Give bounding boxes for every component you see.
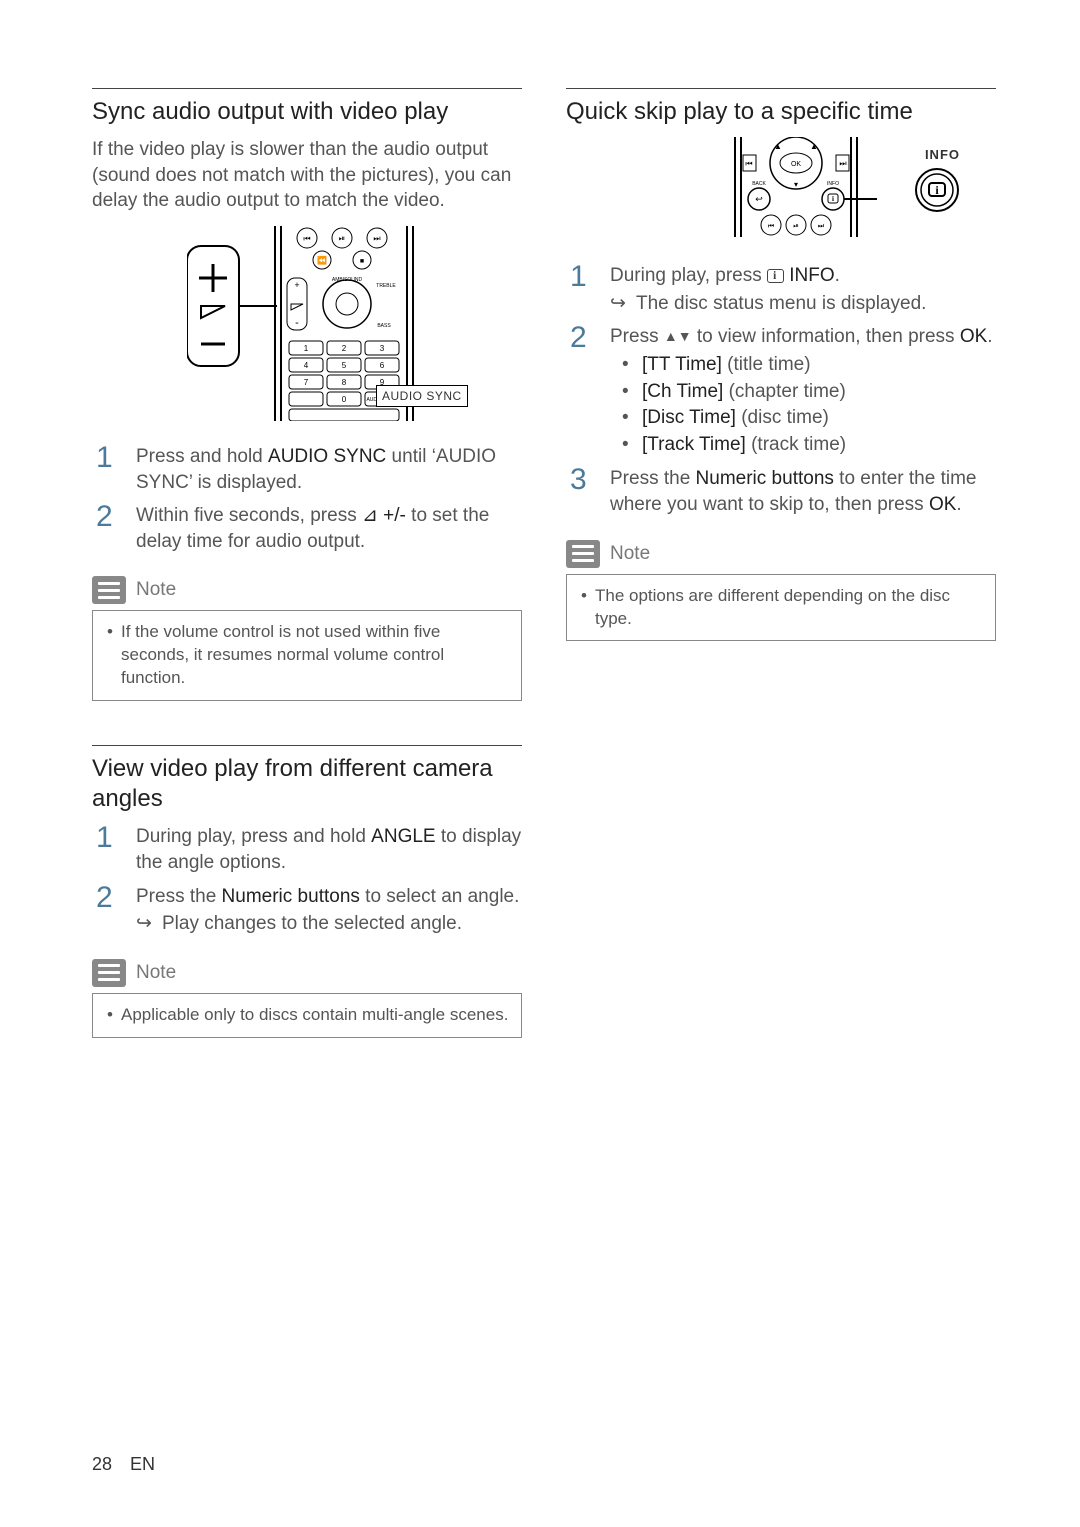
svg-text:1: 1	[304, 344, 309, 353]
svg-text:3: 3	[380, 344, 385, 353]
sync-step-1: Press and hold AUDIO SYNC until ‘AUDIO S…	[92, 444, 522, 495]
svg-text:⏯: ⏯	[793, 223, 799, 230]
svg-text:■: ■	[360, 258, 364, 265]
skip-step-3: Press the Numeric buttons to enter the t…	[566, 466, 996, 517]
note-box: The options are different depending on t…	[566, 574, 996, 642]
svg-text:↩: ↩	[755, 194, 763, 204]
remote-nav-illustration: OK ⏮ ⏭ ▲ ▲ ▾ ↩ BACK i INFO ⏮ ⏯ ⏭	[681, 137, 881, 237]
opt-ch: [Ch Time] (chapter time)	[610, 379, 996, 406]
info-button-icon: i	[914, 167, 960, 213]
svg-text:⏭: ⏭	[818, 223, 825, 230]
skip-result-1: The disc status menu is displayed.	[610, 291, 996, 317]
svg-text:⏪: ⏪	[317, 255, 327, 265]
svg-text:4: 4	[304, 361, 309, 370]
svg-text:BASS: BASS	[377, 323, 391, 329]
callout-label-info: INFO	[925, 147, 960, 162]
svg-text:8: 8	[342, 378, 347, 387]
page-footer: 28EN	[92, 1454, 155, 1475]
angle-step-1: During play, press and hold ANGLE to dis…	[92, 824, 522, 875]
opt-tt: [TT Time] (title time)	[610, 352, 996, 379]
svg-text:▲: ▲	[810, 142, 818, 151]
note-label: Note	[610, 543, 650, 565]
svg-text:5: 5	[342, 361, 347, 370]
note-label: Note	[136, 579, 176, 601]
note-icon	[92, 959, 126, 987]
svg-text:⏮: ⏮	[745, 159, 752, 168]
note-box: Applicable only to discs contain multi-a…	[92, 993, 522, 1038]
note-icon	[566, 540, 600, 568]
svg-text:OK: OK	[791, 161, 801, 168]
svg-text:⏯: ⏯	[339, 234, 345, 243]
note-label: Note	[136, 962, 176, 984]
callout-audiosync: AUDIO SYNC	[376, 385, 468, 407]
intro-text: If the video play is slower than the aud…	[92, 137, 522, 214]
heading-quickskip: Quick skip play to a specific time	[566, 97, 996, 127]
opt-track: [Track Time] (track time)	[610, 432, 996, 459]
svg-text:i: i	[832, 195, 834, 203]
svg-text:⏭: ⏭	[839, 159, 846, 168]
heading-angles: View video play from different camera an…	[92, 754, 522, 814]
svg-text:AMBISOUND: AMBISOUND	[332, 277, 363, 283]
heading-sync: Sync audio output with video play	[92, 97, 522, 127]
svg-text:⏮: ⏮	[768, 223, 774, 230]
svg-text:0: 0	[342, 395, 347, 404]
skip-step-2: Press to view information, then press OK…	[566, 324, 996, 458]
svg-text:7: 7	[304, 378, 309, 387]
svg-text:+: +	[294, 280, 299, 290]
angle-step-2: Press the Numeric buttons to select an a…	[92, 884, 522, 937]
svg-text:▾: ▾	[794, 180, 798, 189]
skip-step-1: During play, press INFO. The disc status…	[566, 263, 996, 316]
svg-text:INFO: INFO	[827, 181, 839, 187]
angle-result: Play changes to the selected angle.	[136, 911, 522, 937]
sync-step-2: Within five seconds, press ⊿ +/- to set …	[92, 503, 522, 554]
svg-text:TREBLE: TREBLE	[376, 283, 396, 289]
svg-text:6: 6	[380, 361, 385, 370]
note-icon	[92, 576, 126, 604]
svg-text:2: 2	[342, 344, 347, 353]
svg-text:⏮: ⏮	[303, 234, 310, 243]
note-box: If the volume control is not used within…	[92, 610, 522, 701]
svg-text:▲: ▲	[774, 142, 782, 151]
svg-text:BACK: BACK	[752, 181, 766, 187]
svg-text:⏭: ⏭	[373, 234, 380, 243]
info-icon	[767, 269, 784, 283]
opt-disc: [Disc Time] (disc time)	[610, 405, 996, 432]
svg-text:-: -	[295, 317, 299, 329]
